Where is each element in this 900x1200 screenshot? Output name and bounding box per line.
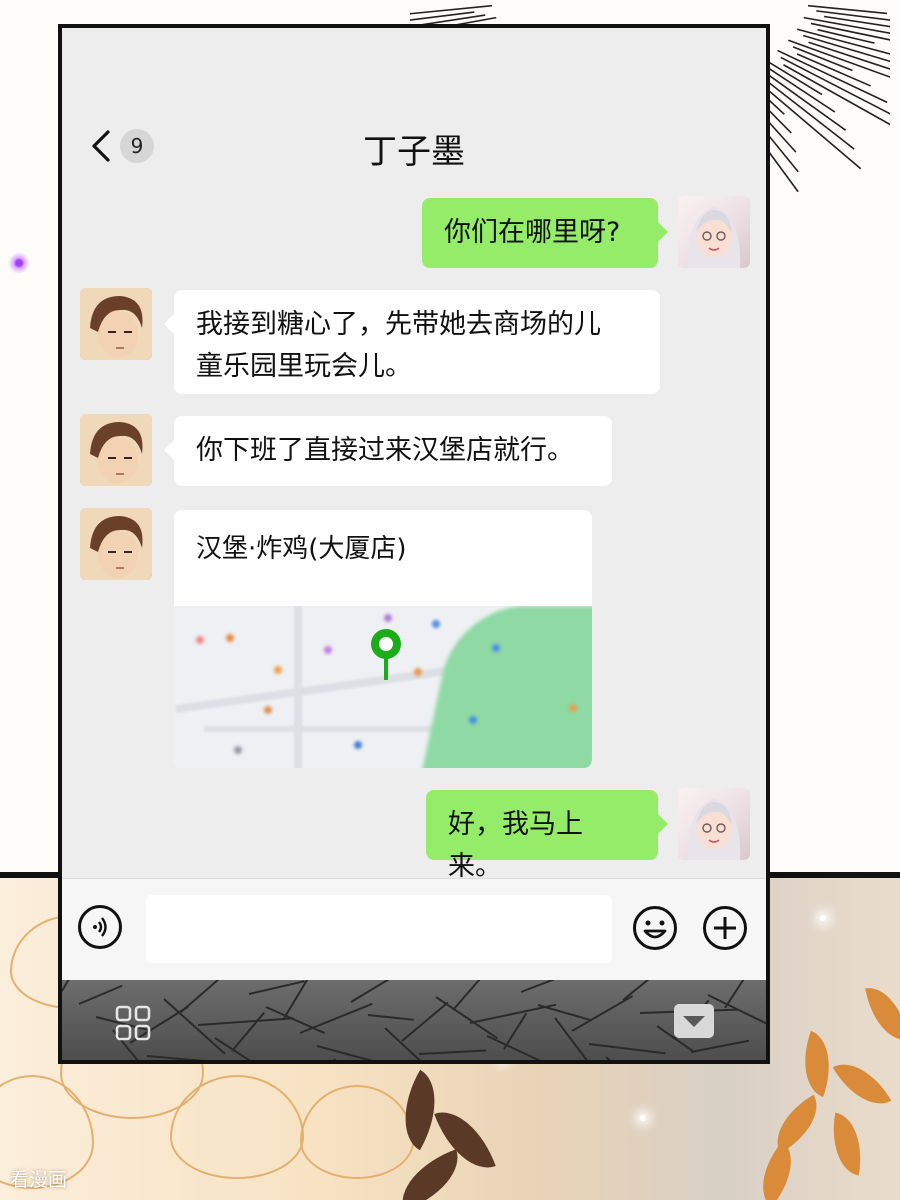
avatar-portrait-icon [80, 414, 152, 486]
contact-avatar[interactable] [80, 414, 152, 486]
collapse-button[interactable] [674, 1004, 714, 1038]
grid-menu-icon[interactable] [114, 1004, 152, 1042]
sparkle-decoration [8, 252, 30, 274]
collapse-down-icon [683, 1015, 705, 1027]
location-message-card[interactable]: 汉堡·炸鸡(大厦店) [174, 510, 592, 768]
contact-name-title: 丁子墨 [363, 132, 465, 172]
avatar-portrait-icon [687, 798, 741, 860]
my-avatar[interactable] [678, 196, 750, 268]
chat-header: 9 丁子墨 [62, 28, 766, 188]
bottom-menu-bar [62, 980, 766, 1060]
avatar-portrait-icon [687, 206, 741, 268]
panel-border [768, 872, 900, 878]
contact-avatar[interactable] [80, 508, 152, 580]
avatar-portrait-icon [80, 288, 152, 360]
plus-icon[interactable] [702, 905, 748, 951]
map-preview[interactable] [174, 606, 592, 768]
my-avatar[interactable] [678, 788, 750, 860]
voice-button[interactable] [78, 905, 122, 949]
voice-icon [93, 917, 107, 937]
emoji-icon[interactable] [632, 905, 678, 951]
contact-avatar[interactable] [80, 288, 152, 360]
chat-window: 9 丁子墨 你们在哪里呀? 我接到糖心了，先带她去商场的儿 童乐园里玩会儿。 你… [58, 24, 770, 1064]
location-name: 汉堡·炸鸡(大厦店) [196, 534, 407, 564]
incoming-message-bubble[interactable]: 我接到糖心了，先带她去商场的儿 童乐园里玩会儿。 [164, 290, 660, 394]
outgoing-message-bubble[interactable]: 好，我马上来。 [426, 790, 668, 882]
panel-border [0, 872, 62, 878]
incoming-message-bubble[interactable]: 你下班了直接过来汉堡店就行。 [164, 416, 612, 486]
map-pin-icon [371, 629, 401, 680]
avatar-portrait-icon [80, 508, 152, 580]
message-input[interactable] [146, 895, 612, 963]
message-input-bar [62, 878, 766, 981]
message-list: 你们在哪里呀? 我接到糖心了，先带她去商场的儿 童乐园里玩会儿。 你下班了直接过… [62, 188, 766, 882]
watermark: 看漫画 [10, 1169, 68, 1191]
outgoing-message-bubble[interactable]: 你们在哪里呀? [422, 198, 668, 268]
